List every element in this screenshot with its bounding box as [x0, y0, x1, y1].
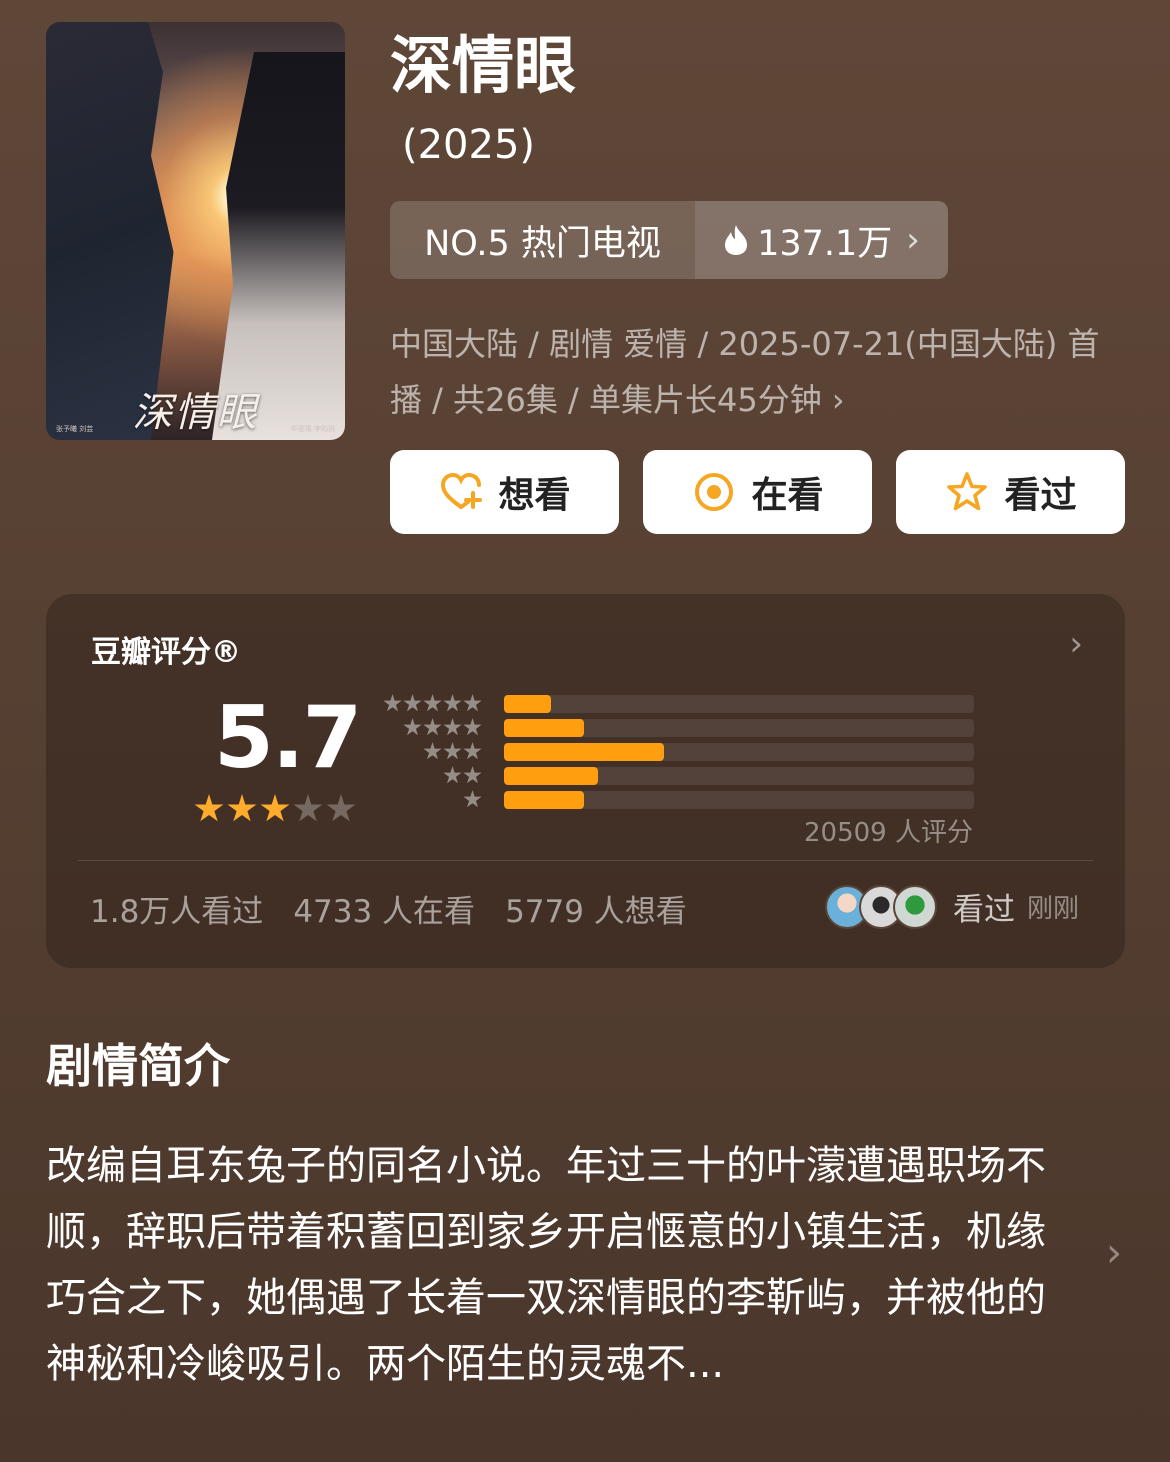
- poster-image[interactable]: 深情眼 张予曦 刘芸 毕雯珺 李昀锐: [46, 22, 345, 440]
- distribution-stars: [423, 742, 482, 761]
- distribution-stars: [443, 766, 482, 785]
- distribution-track: [504, 791, 974, 809]
- star-small-icon: [463, 742, 482, 760]
- star-small-icon: [443, 718, 462, 736]
- star-small-icon: [423, 718, 442, 736]
- star-small-icon: [463, 790, 482, 808]
- stat-watching[interactable]: 4733 人在看: [293, 886, 475, 931]
- distribution-stars: [383, 694, 482, 713]
- meta-text: 中国大陆 / 剧情 爱情 / 2025-07-21(中国大陆) 首播 / 共26…: [390, 325, 1100, 419]
- star-small-icon: [383, 694, 402, 712]
- watched-button-label: 看过: [1004, 475, 1077, 516]
- distribution-bar: [504, 719, 584, 737]
- distribution-track: [504, 743, 974, 761]
- rank-label[interactable]: NO.5 热门电视: [390, 201, 695, 279]
- distribution-bar: [504, 743, 664, 761]
- star-small-icon: [443, 742, 462, 760]
- synopsis-text[interactable]: 改编自耳东兔子的同名小说。年过三十的叶濛遭遇职场不顺，辞职后带着积蓄回到家乡开启…: [46, 1133, 1076, 1397]
- star-small-icon: [423, 742, 442, 760]
- chevron-right-icon[interactable]: ›: [1106, 1230, 1122, 1276]
- star-small-icon: [403, 694, 422, 712]
- poster-credits-left: 张予曦 刘芸: [56, 425, 94, 433]
- rating-label: 豆瓣评分®: [91, 635, 241, 670]
- stat-want[interactable]: 5779 人想看: [505, 886, 687, 931]
- stat-watched[interactable]: 1.8万人看过: [90, 886, 263, 931]
- star-small-icon: [463, 766, 482, 784]
- distribution-row: [386, 790, 986, 810]
- distribution-row: [386, 766, 986, 786]
- poster-figure-man: [46, 22, 174, 440]
- distribution-stars: [403, 718, 482, 737]
- rating-stars: [194, 794, 356, 824]
- watch-stats[interactable]: 1.8万人看过 4733 人在看 5779 人想看: [90, 886, 687, 931]
- show-title: 深情眼: [390, 29, 577, 102]
- distribution-bar: [504, 767, 598, 785]
- divider: [78, 860, 1093, 861]
- distribution-track: [504, 767, 974, 785]
- chevron-right-icon: ›: [831, 381, 845, 419]
- distribution-row: [386, 742, 986, 762]
- distribution-bar: [504, 695, 551, 713]
- watched-button[interactable]: 看过: [896, 450, 1125, 534]
- star-outline-icon: [947, 472, 988, 511]
- star-filled-icon: [194, 794, 224, 822]
- flame-icon: [725, 225, 748, 255]
- friend-time: 刚刚: [1026, 894, 1079, 924]
- rank-bar[interactable]: NO.5 热门电视 137.1万 ›: [390, 201, 948, 279]
- distribution-bar: [504, 791, 584, 809]
- synopsis-heading: 剧情简介: [46, 1039, 230, 1093]
- star-empty-icon: [326, 794, 356, 822]
- watching-button[interactable]: 在看: [643, 450, 872, 534]
- chevron-right-icon: ›: [906, 220, 920, 260]
- rating-score: 5.7: [214, 688, 362, 788]
- star-small-icon: [443, 766, 462, 784]
- heat-count[interactable]: 137.1万 ›: [695, 201, 948, 279]
- star-small-icon: [463, 718, 482, 736]
- distribution-row: [386, 718, 986, 738]
- watching-button-label: 在看: [751, 475, 824, 516]
- poster-credits: 张予曦 刘芸 毕雯珺 李昀锐: [56, 424, 335, 434]
- poster-credits-right: 毕雯珺 李昀锐: [290, 425, 335, 433]
- distribution-row: [383, 694, 986, 714]
- star-empty-icon: [293, 794, 323, 822]
- friend-action: 看过: [952, 892, 1015, 928]
- distribution-track: [504, 695, 974, 713]
- show-meta[interactable]: 中国大陆 / 剧情 爱情 / 2025-07-21(中国大陆) 首播 / 共26…: [390, 316, 1130, 428]
- star-filled-icon: [227, 794, 257, 822]
- distribution-stars: [463, 790, 482, 809]
- star-small-icon: [443, 694, 462, 712]
- friend-activity[interactable]: 看过 刚刚: [824, 884, 1079, 929]
- star-small-icon: [423, 694, 442, 712]
- heart-plus-icon: [441, 472, 483, 509]
- star-filled-icon: [260, 794, 290, 822]
- want-button-label: 想看: [498, 475, 571, 516]
- distribution-track: [504, 719, 974, 737]
- target-icon: [695, 473, 734, 511]
- chevron-right-icon[interactable]: ›: [1069, 624, 1083, 664]
- rating-card[interactable]: 豆瓣评分® › 5.7 20509 人评分 1.8万人看过 4733 人在看 5…: [46, 594, 1125, 968]
- star-small-icon: [463, 694, 482, 712]
- rating-count: 20509 人评分: [804, 818, 973, 848]
- star-small-icon: [403, 718, 422, 736]
- want-button[interactable]: 想看: [390, 450, 619, 534]
- avatar[interactable]: [892, 884, 937, 929]
- heat-value: 137.1万: [757, 223, 893, 264]
- show-year: (2025): [402, 122, 536, 168]
